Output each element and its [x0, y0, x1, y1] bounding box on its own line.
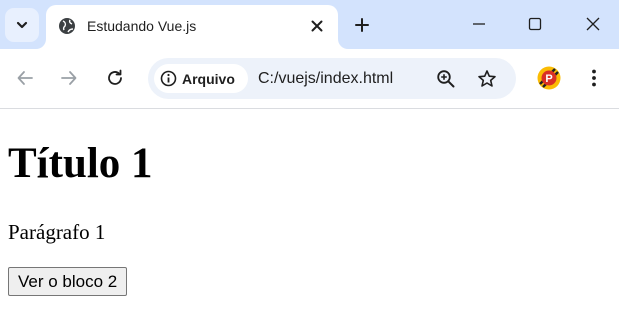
- address-bar[interactable]: Arquivo C:/vuejs/index.html: [148, 58, 516, 99]
- close-icon: [311, 20, 323, 32]
- browser-menu-button[interactable]: [582, 66, 606, 90]
- show-block-2-button[interactable]: Ver o bloco 2: [8, 267, 128, 296]
- star-icon: [478, 70, 496, 87]
- toolbar-divider: [0, 108, 619, 109]
- bookmark-button[interactable]: [475, 67, 499, 91]
- security-chip-label: Arquivo: [182, 70, 235, 87]
- profile-initial: P: [545, 73, 552, 85]
- close-icon: [586, 17, 600, 31]
- reload-button[interactable]: [103, 66, 127, 90]
- tab-strip: Estudando Vue.js: [0, 0, 619, 49]
- maximize-button[interactable]: [523, 12, 547, 36]
- forward-button[interactable]: [57, 66, 81, 90]
- arrow-right-icon: [61, 71, 77, 85]
- minimize-icon: [473, 23, 485, 25]
- zoom-button[interactable]: [434, 67, 458, 91]
- kebab-menu-icon: [592, 69, 596, 87]
- globe-icon: [59, 18, 75, 34]
- reload-icon: [108, 69, 122, 85]
- browser-toolbar: Arquivo C:/vuejs/index.html P: [0, 49, 619, 108]
- tab-search-button[interactable]: [5, 8, 39, 42]
- page-heading: Título 1: [8, 140, 153, 187]
- zoom-in-icon: [437, 70, 455, 88]
- info-icon: [160, 70, 177, 87]
- site-info-chip[interactable]: Arquivo: [154, 64, 248, 93]
- minimize-button[interactable]: [467, 12, 491, 36]
- arrow-left-icon: [17, 71, 33, 85]
- page-paragraph: Parágrafo 1: [8, 220, 106, 244]
- tab-close-button[interactable]: [307, 16, 327, 36]
- back-button[interactable]: [13, 66, 37, 90]
- close-window-button[interactable]: [581, 12, 605, 36]
- plus-icon: [355, 18, 369, 32]
- maximize-icon: [528, 17, 542, 31]
- tab-title: Estudando Vue.js: [87, 18, 197, 34]
- new-tab-button[interactable]: [350, 13, 374, 37]
- chevron-down-icon: [16, 21, 28, 29]
- browser-tab-active[interactable]: Estudando Vue.js: [46, 5, 338, 49]
- profile-avatar[interactable]: P: [537, 66, 561, 90]
- url-text[interactable]: C:/vuejs/index.html: [258, 69, 393, 89]
